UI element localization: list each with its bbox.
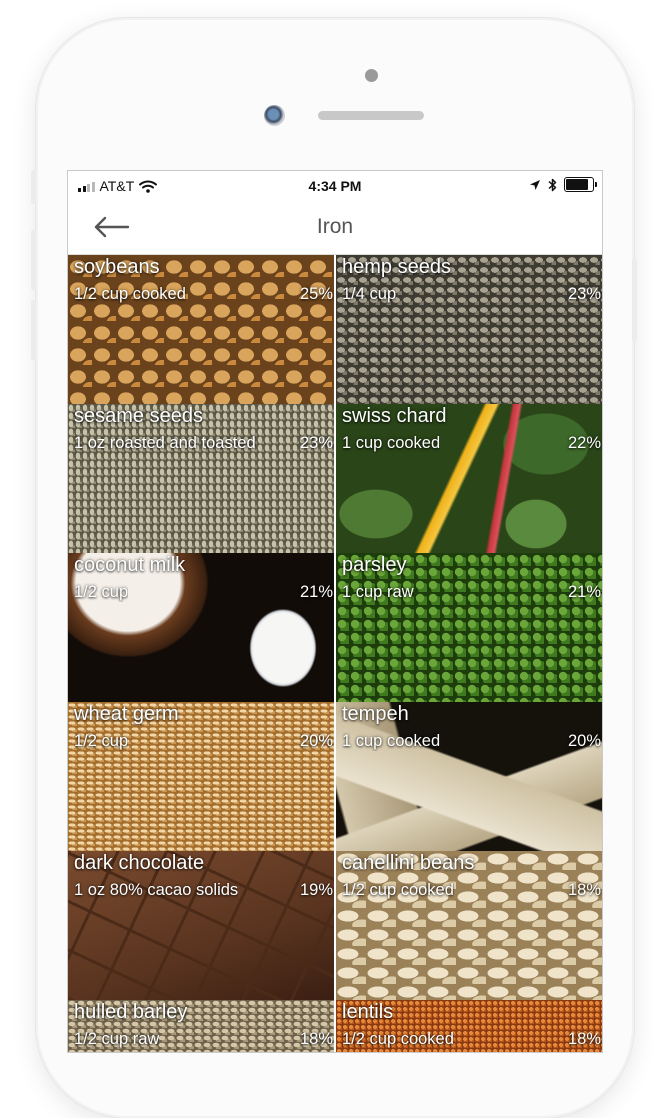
food-name: soybeans: [74, 256, 160, 278]
food-daily-percent: 21%: [567, 583, 601, 601]
food-tile[interactable]: dark chocolate 1 oz 80% cacao solids 19%: [68, 851, 334, 1000]
food-serving: 1 cup raw: [342, 583, 414, 601]
food-name: wheat germ: [74, 703, 179, 725]
food-tile[interactable]: hulled barley 1/2 cup raw 18%: [68, 1000, 334, 1052]
food-name: hemp seeds: [342, 256, 451, 278]
food-daily-percent: 23%: [299, 434, 333, 452]
food-tile[interactable]: sesame seeds 1 oz roasted and toasted 23%: [68, 404, 334, 553]
food-name: sesame seeds: [74, 405, 203, 427]
food-daily-percent: 21%: [299, 583, 333, 601]
food-serving: 1/2 cup cooked: [342, 881, 454, 899]
food-serving: 1 oz 80% cacao solids: [74, 881, 239, 899]
food-daily-percent: 20%: [567, 732, 601, 750]
food-serving: 1/2 cup: [74, 583, 129, 601]
food-tile[interactable]: parsley 1 cup raw 21%: [336, 553, 602, 702]
food-serving: 1 cup cooked: [342, 732, 441, 750]
food-daily-percent: 18%: [567, 881, 601, 899]
food-serving: 1/2 cup raw: [74, 1030, 160, 1048]
food-serving: 1/2 cup cooked: [342, 1030, 454, 1048]
volume-down-button: [31, 300, 36, 360]
food-name: coconut milk: [74, 554, 186, 576]
food-daily-percent: 18%: [567, 1030, 601, 1048]
food-tile[interactable]: wheat germ 1/2 cup 20%: [68, 702, 334, 851]
food-tile[interactable]: coconut milk 1/2 cup 21%: [68, 553, 334, 702]
food-tile[interactable]: tempeh 1 cup cooked 20%: [336, 702, 602, 851]
food-daily-percent: 25%: [299, 285, 333, 303]
food-serving: 1/4 cup: [342, 285, 397, 303]
status-bar: AT&T 4:34 PM: [68, 171, 602, 201]
food-tile[interactable]: lentils 1/2 cup cooked 18%: [336, 1000, 602, 1052]
food-grid: soybeans 1/2 cup cooked 25% hemp seeds 1/4 c…: [68, 255, 602, 1052]
front-camera-icon: [264, 105, 285, 126]
food-serving: 1/2 cup: [74, 732, 129, 750]
location-arrow-icon: [530, 179, 540, 190]
food-tile[interactable]: hemp seeds 1/4 cup 23%: [336, 255, 602, 404]
food-name: dark chocolate: [74, 852, 205, 874]
page-title: Iron: [316, 215, 354, 238]
power-button: [632, 260, 637, 340]
status-time: 4:34 PM: [308, 178, 362, 194]
food-name: lentils: [342, 1001, 394, 1023]
mute-switch: [31, 170, 36, 204]
food-serving: 1 cup cooked: [342, 434, 441, 452]
status-right: [529, 177, 597, 192]
battery-icon: [564, 177, 597, 192]
food-name: parsley: [342, 554, 407, 576]
proximity-sensor: [365, 69, 378, 82]
app-screen: AT&T 4:34 PM Iron soybeans 1/2 cup cooke…: [68, 171, 602, 1052]
food-daily-percent: 23%: [567, 285, 601, 303]
food-daily-percent: 19%: [299, 881, 333, 899]
food-daily-percent: 20%: [299, 732, 333, 750]
food-name: canellini beans: [342, 852, 475, 874]
food-name: tempeh: [342, 703, 409, 725]
navigation-bar: Iron: [68, 201, 602, 255]
bluetooth-icon: [548, 178, 557, 191]
earpiece-speaker: [318, 111, 424, 120]
food-serving: 1/2 cup cooked: [74, 285, 186, 303]
food-serving: 1 oz roasted and toasted: [74, 434, 256, 452]
food-daily-percent: 22%: [567, 434, 601, 452]
food-tile[interactable]: canellini beans 1/2 cup cooked 18%: [336, 851, 602, 1000]
food-name: swiss chard: [342, 405, 447, 427]
food-tile[interactable]: swiss chard 1 cup cooked 22%: [336, 404, 602, 553]
food-name: hulled barley: [74, 1001, 188, 1023]
food-daily-percent: 18%: [299, 1030, 333, 1048]
volume-up-button: [31, 230, 36, 290]
food-tile[interactable]: soybeans 1/2 cup cooked 25%: [68, 255, 334, 404]
